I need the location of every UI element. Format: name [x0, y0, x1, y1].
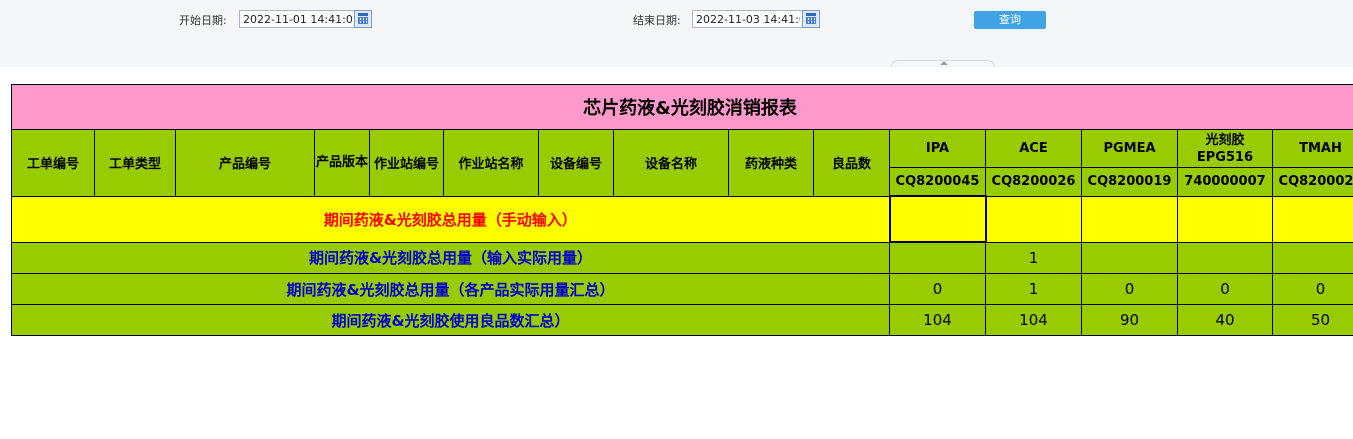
header-cell: 产品版本	[314, 129, 370, 197]
end-date-input[interactable]	[692, 10, 803, 28]
manual-input-cell[interactable]	[1271, 195, 1353, 243]
manual-input-cell[interactable]	[1177, 195, 1273, 243]
value-cell: 40	[1177, 304, 1273, 336]
header-cell: 药液种类	[728, 129, 814, 197]
calendar-icon[interactable]	[354, 10, 372, 28]
value-cell: 0	[889, 273, 986, 305]
report-title: 芯片药液&光刻胶消销报表	[10, 84, 1353, 130]
value-cell: 104	[985, 304, 1082, 336]
value-cell	[1271, 241, 1353, 274]
material-code-header: CQ8200023	[1271, 167, 1353, 197]
header-cell: 产品编号	[175, 129, 315, 197]
header-cell: 设备名称	[613, 129, 729, 197]
material-code-header: 740000007	[1177, 167, 1273, 197]
calendar-icon[interactable]	[802, 10, 820, 28]
collapse-toggle[interactable]	[891, 60, 995, 67]
header-cell: 工单编号	[11, 129, 95, 197]
header-cell: 作业站名称	[443, 129, 539, 197]
value-cell	[1177, 241, 1273, 274]
table-row: 期间药液&光刻胶使用良品数汇总） 104 104 90 40 50	[11, 304, 1353, 336]
header-cell: 作业站编号	[369, 129, 444, 197]
start-date-input[interactable]	[239, 10, 355, 28]
query-button[interactable]: 查询	[974, 11, 1046, 29]
value-cell: 0	[1177, 273, 1273, 305]
value-cell: 104	[889, 304, 986, 336]
start-date-label: 开始日期:	[179, 14, 227, 27]
consumption-report-table: 芯片药液&光刻胶消销报表 工单编号 工单类型 产品编号 产品版本 作业站编号 作…	[10, 84, 1353, 336]
filter-toolbar: 开始日期: 结束日期: 查询	[0, 0, 1353, 67]
manual-input-cell[interactable]	[985, 195, 1082, 243]
material-name-header: ACE	[985, 129, 1082, 168]
end-date-label: 结束日期:	[633, 14, 681, 27]
header-cell: 设备编号	[538, 129, 614, 197]
material-name-header: TMAH	[1271, 129, 1353, 168]
value-cell: 0	[1081, 273, 1178, 305]
header-cell: 工单类型	[94, 129, 176, 197]
value-cell: 0	[1271, 273, 1353, 305]
table-row: 期间药液&光刻胶总用量（手动输入）	[11, 195, 1353, 243]
value-cell: 1	[985, 241, 1082, 274]
row-label: 期间药液&光刻胶使用良品数汇总）	[11, 304, 890, 336]
material-name-header: IPA	[889, 129, 986, 168]
material-code-header: CQ8200045	[889, 167, 986, 197]
value-cell: 90	[1081, 304, 1178, 336]
header-cell: 良品数	[813, 129, 890, 197]
material-code-header: CQ8200019	[1081, 167, 1178, 197]
value-cell: 1	[985, 273, 1082, 305]
value-cell	[889, 241, 986, 274]
row-label: 期间药液&光刻胶总用量（输入实际用量）	[11, 241, 890, 274]
material-code-header: CQ8200026	[985, 167, 1082, 197]
table-row: 期间药液&光刻胶总用量（各产品实际用量汇总） 0 1 0 0 0	[11, 273, 1353, 305]
material-name-header: 光刻胶 EPG516	[1177, 129, 1273, 168]
material-name-header: PGMEA	[1081, 129, 1178, 168]
manual-input-cell[interactable]	[1081, 195, 1178, 243]
value-cell: 50	[1271, 304, 1353, 336]
row-label: 期间药液&光刻胶总用量（手动输入）	[11, 195, 890, 243]
row-label: 期间药液&光刻胶总用量（各产品实际用量汇总）	[11, 273, 890, 305]
value-cell	[1081, 241, 1178, 274]
manual-input-cell[interactable]	[888, 195, 987, 243]
table-row: 期间药液&光刻胶总用量（输入实际用量） 1	[11, 241, 1353, 274]
